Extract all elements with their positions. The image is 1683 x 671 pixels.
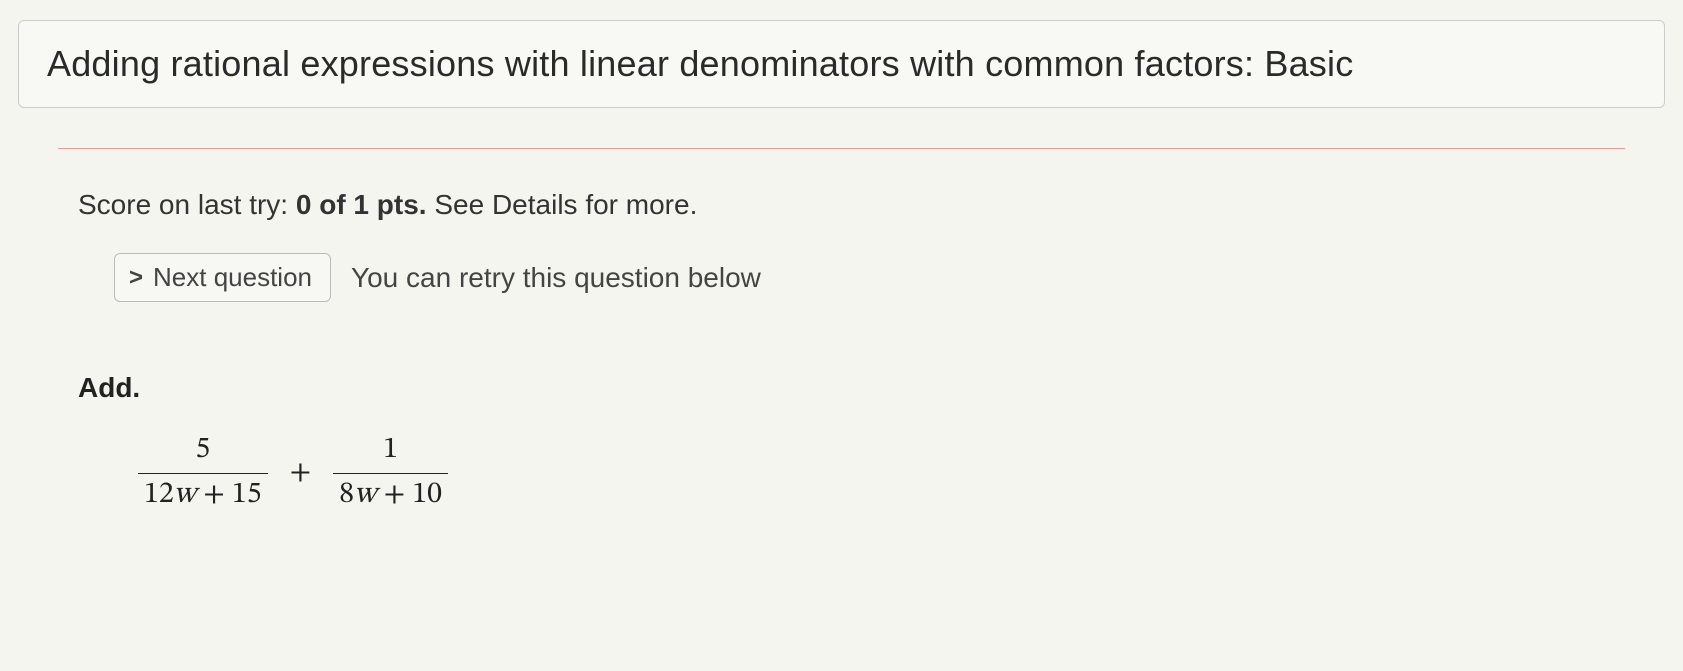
next-question-button[interactable]: > Next question [114, 253, 331, 302]
f2-den-var: w [354, 480, 376, 510]
f2-den-coef: 8 [339, 480, 354, 510]
f1-den-coef: 12 [144, 480, 174, 510]
score-suffix: See Details for more. [427, 189, 698, 220]
chevron-right-icon: > [129, 264, 143, 292]
fraction-2-numerator: 1 [377, 432, 404, 473]
page-title: Adding rational expressions with linear … [47, 43, 1636, 85]
next-question-label: Next question [153, 262, 312, 293]
f1-den-var: w [174, 480, 196, 510]
math-expression: 5 12w + 15 + 1 8w + 10 [138, 432, 1605, 514]
f1-den-const: + 15 [196, 480, 261, 510]
problem-block: Add. 5 12w + 15 + 1 8w + 10 [78, 372, 1605, 514]
fraction-1-numerator: 5 [189, 432, 216, 473]
f2-den-const: + 10 [377, 480, 442, 510]
fraction-2: 1 8w + 10 [333, 432, 448, 514]
problem-instruction: Add. [78, 372, 1605, 404]
score-line: Score on last try: 0 of 1 pts. See Detai… [78, 189, 1605, 221]
fraction-1: 5 12w + 15 [138, 432, 268, 514]
retry-hint: You can retry this question below [351, 262, 761, 294]
fraction-2-denominator: 8w + 10 [333, 473, 448, 515]
plus-operator: + [286, 454, 316, 492]
score-value: 0 of 1 pts. [296, 189, 427, 220]
score-prefix: Score on last try: [78, 189, 296, 220]
fraction-1-denominator: 12w + 15 [138, 473, 268, 515]
title-panel: Adding rational expressions with linear … [18, 20, 1665, 108]
divider [58, 148, 1625, 149]
content-area: Score on last try: 0 of 1 pts. See Detai… [18, 189, 1665, 514]
action-row: > Next question You can retry this quest… [114, 253, 1605, 302]
